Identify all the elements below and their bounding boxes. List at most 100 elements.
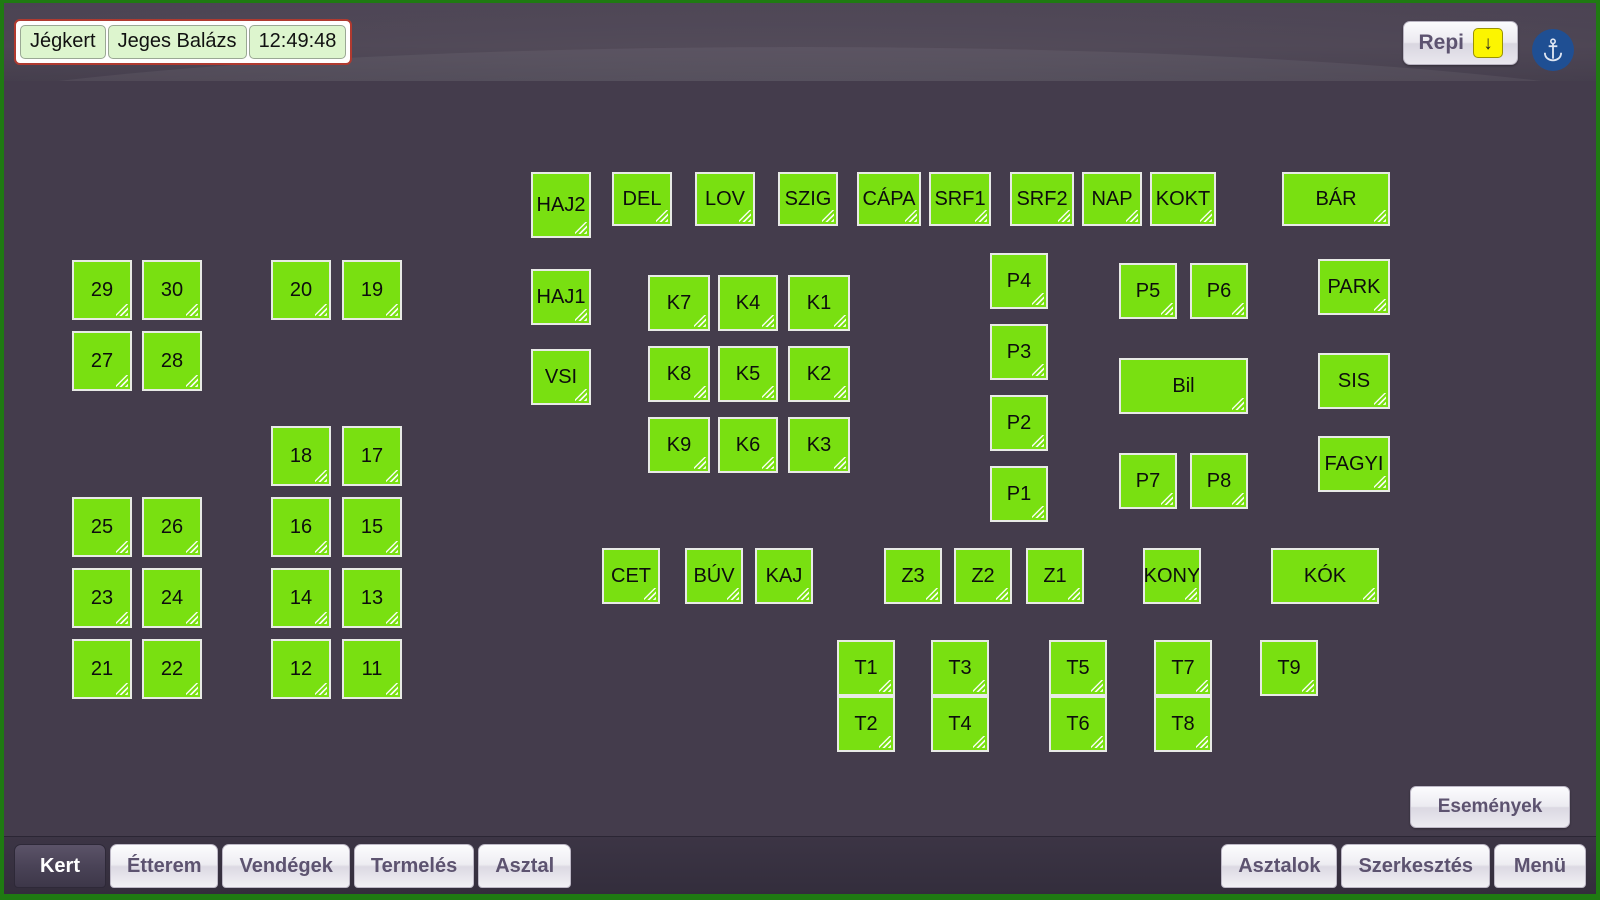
floor-table-t2[interactable]: T2 xyxy=(837,696,895,752)
resize-handle-icon[interactable] xyxy=(694,457,706,469)
resize-handle-icon[interactable] xyxy=(1374,476,1386,488)
floor-table-k3[interactable]: K3 xyxy=(788,417,850,473)
taskbar-action-szerkeszts[interactable]: Szerkesztés xyxy=(1341,844,1490,888)
floor-table-p3[interactable]: P3 xyxy=(990,324,1048,380)
resize-handle-icon[interactable] xyxy=(116,683,128,695)
floor-table-vsi[interactable]: VSI xyxy=(531,349,591,405)
resize-handle-icon[interactable] xyxy=(315,304,327,316)
floor-table-nap[interactable]: NAP xyxy=(1082,172,1142,226)
resize-handle-icon[interactable] xyxy=(1032,364,1044,376)
taskbar-tab-tterem[interactable]: Étterem xyxy=(110,844,219,888)
resize-handle-icon[interactable] xyxy=(1196,680,1208,692)
floor-table-t9[interactable]: T9 xyxy=(1260,640,1318,696)
resize-handle-icon[interactable] xyxy=(116,612,128,624)
resize-handle-icon[interactable] xyxy=(575,389,587,401)
resize-handle-icon[interactable] xyxy=(1196,736,1208,748)
floor-table-k1[interactable]: K1 xyxy=(788,275,850,331)
floor-table-t6[interactable]: T6 xyxy=(1049,696,1107,752)
floor-table-p8[interactable]: P8 xyxy=(1190,453,1248,509)
floor-table-kony[interactable]: KONY xyxy=(1143,548,1201,604)
floor-table-22[interactable]: 22 xyxy=(142,639,202,699)
resize-handle-icon[interactable] xyxy=(926,588,938,600)
floor-table-cet[interactable]: CET xyxy=(602,548,660,604)
resize-handle-icon[interactable] xyxy=(822,210,834,222)
floor-table-k7[interactable]: K7 xyxy=(648,275,710,331)
resize-handle-icon[interactable] xyxy=(186,541,198,553)
resize-handle-icon[interactable] xyxy=(315,683,327,695)
floor-table-21[interactable]: 21 xyxy=(72,639,132,699)
floor-table-t7[interactable]: T7 xyxy=(1154,640,1212,696)
floor-plan-canvas[interactable]: 29 30 20 19 27 28 18 17 25 26 16 15 23 24 14 13 21 22 12 11… xyxy=(4,81,1596,821)
floor-table-14[interactable]: 14 xyxy=(271,568,331,628)
floor-table-z2[interactable]: Z2 xyxy=(954,548,1012,604)
resize-handle-icon[interactable] xyxy=(644,588,656,600)
floor-table-cpa[interactable]: CÁPA xyxy=(857,172,921,226)
floor-table-lov[interactable]: LOV xyxy=(695,172,755,226)
floor-table-br[interactable]: BÁR xyxy=(1282,172,1390,226)
resize-handle-icon[interactable] xyxy=(1363,588,1375,600)
floor-table-30[interactable]: 30 xyxy=(142,260,202,320)
resize-handle-icon[interactable] xyxy=(1068,588,1080,600)
resize-handle-icon[interactable] xyxy=(1374,393,1386,405)
floor-table-16[interactable]: 16 xyxy=(271,497,331,557)
floor-table-15[interactable]: 15 xyxy=(342,497,402,557)
resize-handle-icon[interactable] xyxy=(386,470,398,482)
floor-table-p5[interactable]: P5 xyxy=(1119,263,1177,319)
taskbar-tab-vendgek[interactable]: Vendégek xyxy=(222,844,350,888)
floor-table-24[interactable]: 24 xyxy=(142,568,202,628)
taskbar-tab-asztal[interactable]: Asztal xyxy=(478,844,572,888)
resize-handle-icon[interactable] xyxy=(656,210,668,222)
floor-table-srf1[interactable]: SRF1 xyxy=(929,172,991,226)
floor-table-sis[interactable]: SIS xyxy=(1318,353,1390,409)
floor-table-25[interactable]: 25 xyxy=(72,497,132,557)
floor-table-k5[interactable]: K5 xyxy=(718,346,778,402)
floor-table-11[interactable]: 11 xyxy=(342,639,402,699)
floor-table-29[interactable]: 29 xyxy=(72,260,132,320)
taskbar-action-asztalok[interactable]: Asztalok xyxy=(1221,844,1338,888)
resize-handle-icon[interactable] xyxy=(386,683,398,695)
anchor-icon[interactable] xyxy=(1532,29,1574,71)
resize-handle-icon[interactable] xyxy=(1091,680,1103,692)
floor-table-20[interactable]: 20 xyxy=(271,260,331,320)
resize-handle-icon[interactable] xyxy=(575,309,587,321)
resize-handle-icon[interactable] xyxy=(762,386,774,398)
floor-table-23[interactable]: 23 xyxy=(72,568,132,628)
floor-table-t4[interactable]: T4 xyxy=(931,696,989,752)
resize-handle-icon[interactable] xyxy=(694,386,706,398)
repi-button[interactable]: Repi ↓ xyxy=(1403,21,1518,65)
floor-table-szig[interactable]: SZIG xyxy=(778,172,838,226)
floor-table-t5[interactable]: T5 xyxy=(1049,640,1107,696)
resize-handle-icon[interactable] xyxy=(834,386,846,398)
floor-table-18[interactable]: 18 xyxy=(271,426,331,486)
floor-table-bil[interactable]: Bil xyxy=(1119,358,1248,414)
floor-table-p2[interactable]: P2 xyxy=(990,395,1048,451)
floor-table-k4[interactable]: K4 xyxy=(718,275,778,331)
floor-table-12[interactable]: 12 xyxy=(271,639,331,699)
floor-table-k9[interactable]: K9 xyxy=(648,417,710,473)
floor-table-kk[interactable]: KÓK xyxy=(1271,548,1379,604)
floor-table-27[interactable]: 27 xyxy=(72,331,132,391)
floor-table-t1[interactable]: T1 xyxy=(837,640,895,696)
resize-handle-icon[interactable] xyxy=(186,612,198,624)
floor-table-kokt[interactable]: KOKT xyxy=(1150,172,1216,226)
resize-handle-icon[interactable] xyxy=(386,541,398,553)
events-button[interactable]: Események xyxy=(1410,786,1570,828)
resize-handle-icon[interactable] xyxy=(116,541,128,553)
resize-handle-icon[interactable] xyxy=(1302,680,1314,692)
floor-table-haj1[interactable]: HAJ1 xyxy=(531,269,591,325)
floor-table-p1[interactable]: P1 xyxy=(990,466,1048,522)
resize-handle-icon[interactable] xyxy=(1032,435,1044,447)
resize-handle-icon[interactable] xyxy=(315,470,327,482)
resize-handle-icon[interactable] xyxy=(1161,493,1173,505)
resize-handle-icon[interactable] xyxy=(739,210,751,222)
resize-handle-icon[interactable] xyxy=(1185,588,1197,600)
floor-table-26[interactable]: 26 xyxy=(142,497,202,557)
taskbar-tab-kert[interactable]: Kert xyxy=(14,844,106,888)
floor-table-13[interactable]: 13 xyxy=(342,568,402,628)
resize-handle-icon[interactable] xyxy=(975,210,987,222)
floor-table-p4[interactable]: P4 xyxy=(990,253,1048,309)
resize-handle-icon[interactable] xyxy=(386,304,398,316)
resize-handle-icon[interactable] xyxy=(762,457,774,469)
resize-handle-icon[interactable] xyxy=(116,375,128,387)
resize-handle-icon[interactable] xyxy=(1232,493,1244,505)
